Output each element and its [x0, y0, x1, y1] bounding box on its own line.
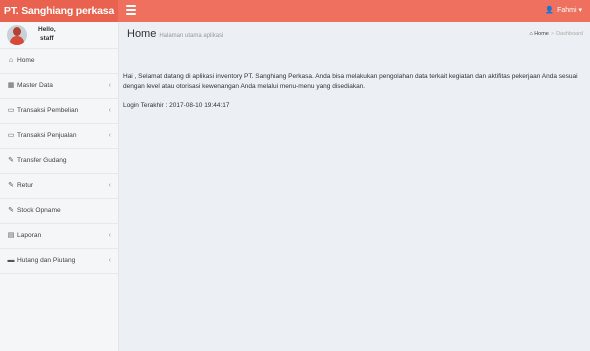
sidebar-item-transfer-gudang[interactable]: ✎ Transfer Gudang	[0, 149, 118, 174]
breadcrumb-current: Dashboard	[556, 31, 583, 37]
sidebar-item-label: Laporan	[17, 232, 42, 239]
sidebar-item-hutang-dan-piutang[interactable]: ▬ Hutang dan Piutang ‹	[0, 249, 118, 274]
sidebar-item-home[interactable]: ⌂ Home	[0, 49, 118, 74]
last-login: Login Terakhir : 2017-08-10 19:44:17	[123, 102, 230, 109]
sidebar-item-laporan[interactable]: ▤ Laporan ‹	[0, 224, 118, 249]
sidebar-item-label: Transfer Gudang	[17, 157, 67, 164]
table-icon: ▦	[7, 82, 15, 89]
sidebar-item-retur[interactable]: ✎ Retur ‹	[0, 174, 118, 199]
chevron-left-icon: ‹	[108, 107, 111, 114]
chevron-left-icon: ‹	[108, 132, 111, 139]
sidebar-item-label: Retur	[17, 182, 34, 189]
edit-icon: ✎	[8, 182, 14, 189]
sidebar-item-label: Transaksi Penjualan	[17, 132, 77, 139]
page-subtitle: Halaman utama aplikasi	[159, 33, 224, 39]
sidebar-item-label: Hutang dan Piutang	[17, 257, 76, 264]
brand-logo[interactable]: PT. Sanghiang perkasa	[0, 0, 118, 22]
monitor-icon: ▭	[7, 132, 15, 139]
sidebar-toggle-icon[interactable]	[126, 5, 136, 15]
user-info: Hello, staff	[38, 25, 56, 43]
breadcrumb: ⌂ Home > Dashboard	[529, 31, 583, 37]
edit-icon: ✎	[8, 207, 14, 214]
content-area: Home Halaman utama aplikasi ⌂ Home > Dashbo…	[119, 22, 590, 351]
monitor-icon: ▭	[7, 107, 15, 114]
content-header: Home Halaman utama aplikasi ⌂ Home > Dashbo…	[119, 22, 590, 46]
chevron-left-icon: ‹	[108, 232, 111, 239]
user-greeting: Hello,	[38, 26, 56, 33]
chart-icon: ▤	[7, 232, 15, 239]
folder-icon: ▬	[7, 257, 15, 264]
chevron-left-icon: ‹	[108, 182, 111, 189]
edit-icon: ✎	[8, 157, 14, 164]
breadcrumb-home-link[interactable]: Home	[534, 31, 549, 37]
sidebar: Hello, staff ⌂ Home ▦ Master Data ‹ ▭ Transa…	[0, 22, 119, 351]
chevron-left-icon: ‹	[108, 82, 111, 89]
sidebar-item-stock-opname[interactable]: ✎ Stock Opname	[0, 199, 118, 224]
page-title: Home Halaman utama aplikasi	[127, 28, 223, 40]
home-icon: ⌂	[8, 57, 14, 64]
breadcrumb-separator: >	[550, 31, 555, 37]
sidebar-menu: ⌂ Home ▦ Master Data ‹ ▭ Transaksi Pembelian…	[0, 49, 118, 274]
sidebar-item-transaksi-penjualan[interactable]: ▭ Transaksi Penjualan ‹	[0, 124, 118, 149]
last-login-value: 2017-08-10 19:44:17	[169, 102, 230, 109]
user-role: staff	[39, 35, 54, 42]
page-title-text: Home	[127, 28, 157, 40]
user-menu-button[interactable]: 👤 Fahmi ▾	[545, 0, 582, 22]
sidebar-item-label: Transaksi Pembelian	[17, 107, 79, 114]
sidebar-item-transaksi-pembelian[interactable]: ▭ Transaksi Pembelian ‹	[0, 99, 118, 124]
home-icon: ⌂	[529, 31, 533, 37]
welcome-message: Hai , Selamat datang di aplikasi invento…	[123, 73, 578, 90]
avatar	[7, 25, 27, 45]
caret-down-icon: ▾	[578, 7, 582, 14]
sidebar-item-master-data[interactable]: ▦ Master Data ‹	[0, 74, 118, 99]
chevron-left-icon: ‹	[108, 257, 111, 264]
user-panel: Hello, staff	[0, 22, 118, 49]
top-navbar: PT. Sanghiang perkasa 👤 Fahmi ▾	[0, 0, 590, 22]
user-icon: 👤	[545, 7, 555, 14]
sidebar-item-label: Stock Opname	[17, 207, 61, 214]
sidebar-item-label: Master Data	[17, 82, 53, 89]
last-login-label: Login Terakhir :	[123, 102, 168, 109]
user-name: Fahmi	[557, 7, 577, 14]
sidebar-item-label: Home	[17, 57, 35, 64]
